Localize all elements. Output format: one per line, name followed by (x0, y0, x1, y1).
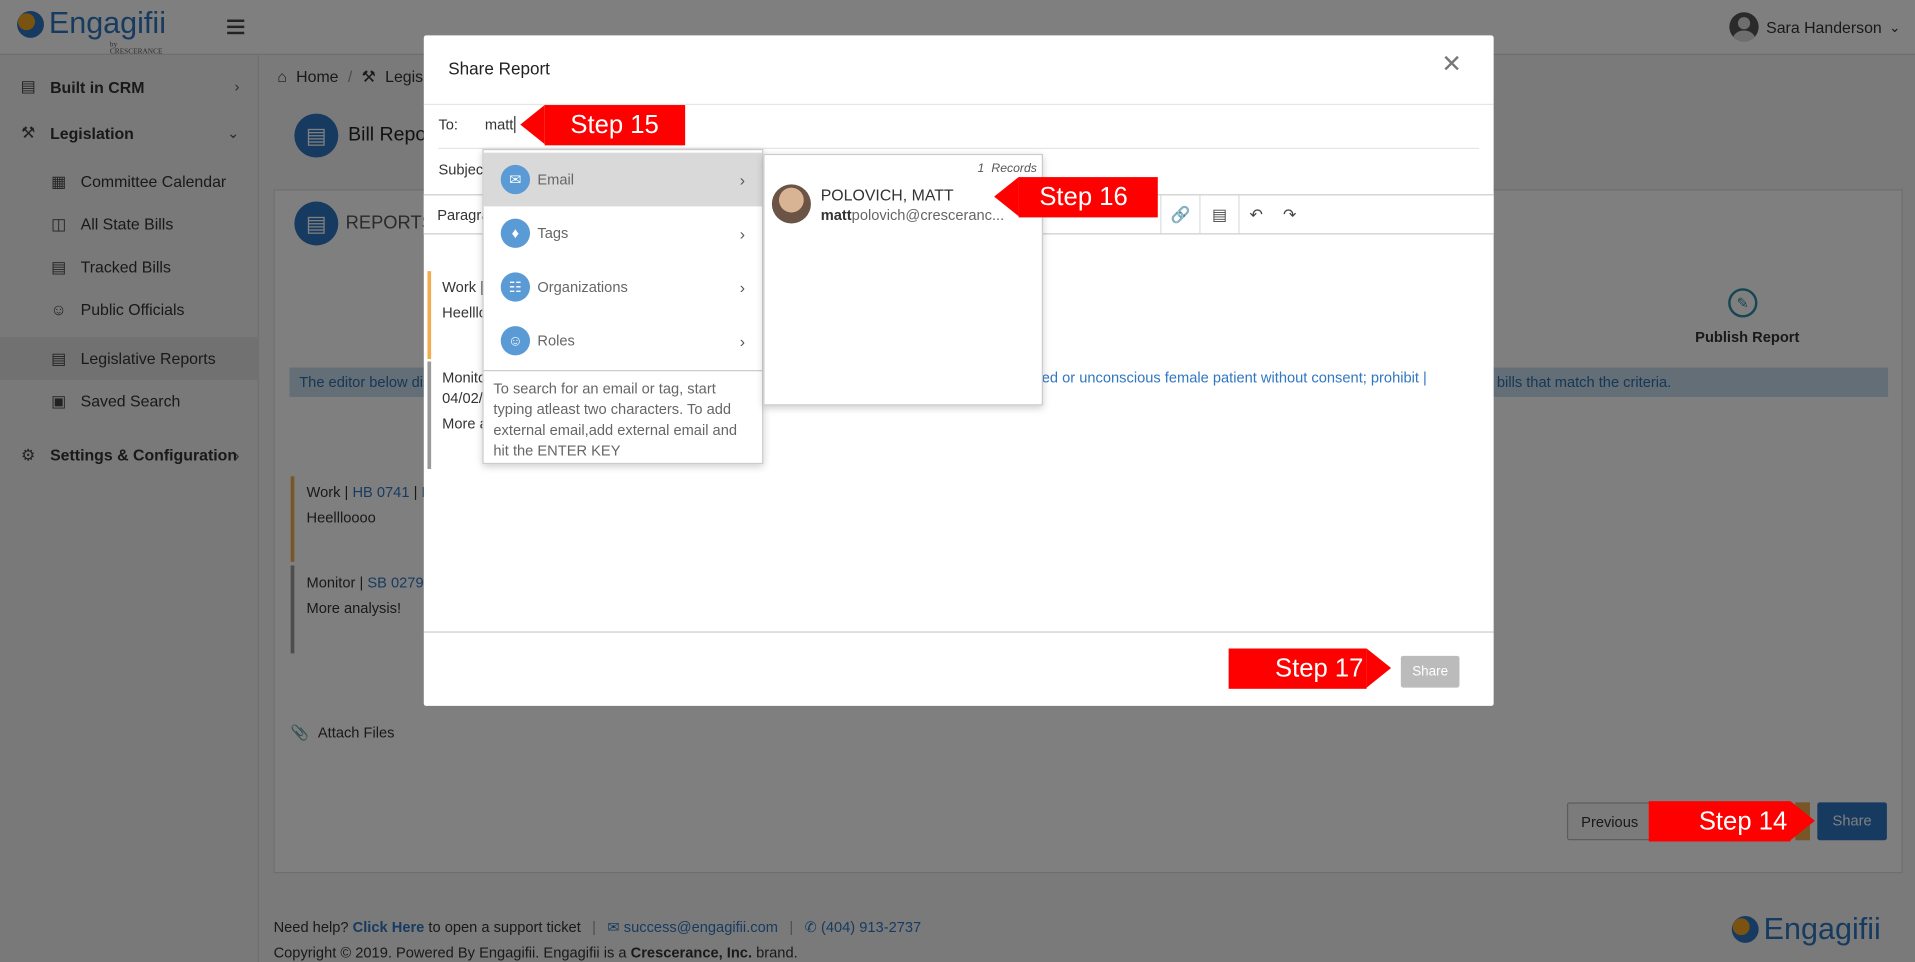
modal-title: Share Report (448, 58, 550, 79)
step-17-callout: Step 17 (1228, 648, 1392, 689)
dropdown-item-label: Email (537, 170, 575, 189)
email-icon: ✉ (500, 164, 531, 195)
records-count-value: 1 (977, 162, 985, 176)
dropdown-item-tags[interactable]: ♦ Tags › (484, 206, 762, 260)
organization-icon: ☷ (500, 272, 531, 302)
dropdown-item-roles[interactable]: ☺ Roles › (484, 314, 762, 368)
editor-line: Monito (442, 368, 487, 386)
records-count: 1 Records (978, 162, 1037, 175)
step-14-callout: Step 14 (1648, 801, 1815, 842)
email-match: matt (820, 206, 852, 224)
recipient-type-dropdown: ✉ Email › ♦ Tags › ☷ Organizations › ☺ R… (482, 148, 764, 465)
contact-avatar (771, 184, 811, 224)
redo-icon[interactable]: ↷ (1273, 195, 1307, 233)
dropdown-item-label: Organizations (537, 278, 628, 296)
step-15-callout: Step 15 (520, 105, 686, 146)
to-label: To: (438, 116, 459, 134)
modal-share-button[interactable]: Share (1400, 655, 1460, 688)
dropdown-help-text: To search for an email or tag, start typ… (483, 370, 763, 469)
editor-line: Work | (442, 278, 484, 296)
subject-label: Subject (438, 161, 488, 179)
to-input[interactable]: matt (485, 116, 516, 134)
contact-email: mattpolovich@cresceranc... (821, 206, 1005, 223)
note-bar (427, 361, 432, 469)
dropdown-item-organizations[interactable]: ☷ Organizations › (484, 260, 762, 314)
undo-icon[interactable]: ↶ (1238, 195, 1272, 234)
step-16-callout: Step 16 (994, 177, 1158, 218)
chevron-right-icon: › (739, 277, 745, 297)
chevron-right-icon: › (739, 224, 745, 243)
dropdown-item-label: Roles (537, 332, 575, 350)
email-rest: polovich@cresceranc... (851, 206, 1005, 224)
chevron-right-icon: › (739, 331, 745, 350)
editor-line: Heelllo (442, 304, 487, 322)
contact-name: POLOVICH, MATT (820, 185, 954, 204)
records-count-label: Records (991, 162, 1037, 176)
editor-line: 04/02/ (442, 389, 483, 407)
close-icon[interactable]: ✕ (1441, 53, 1461, 77)
link-icon[interactable]: 🔗 (1160, 195, 1199, 234)
page: Engagifii by CRESCERANCE Sara Handerson … (0, 0, 1915, 962)
note-bar (427, 271, 432, 360)
editor-line: More a (442, 415, 488, 433)
chevron-right-icon: › (739, 170, 745, 189)
dropdown-item-label: Tags (537, 224, 569, 242)
roles-icon: ☺ (500, 326, 531, 356)
image-icon[interactable]: ▤ (1199, 195, 1238, 234)
dropdown-item-email[interactable]: ✉ Email › (483, 152, 763, 207)
tag-icon: ♦ (500, 218, 531, 248)
bill-title-link[interactable]: ed or unconscious female patient without… (1042, 369, 1427, 386)
